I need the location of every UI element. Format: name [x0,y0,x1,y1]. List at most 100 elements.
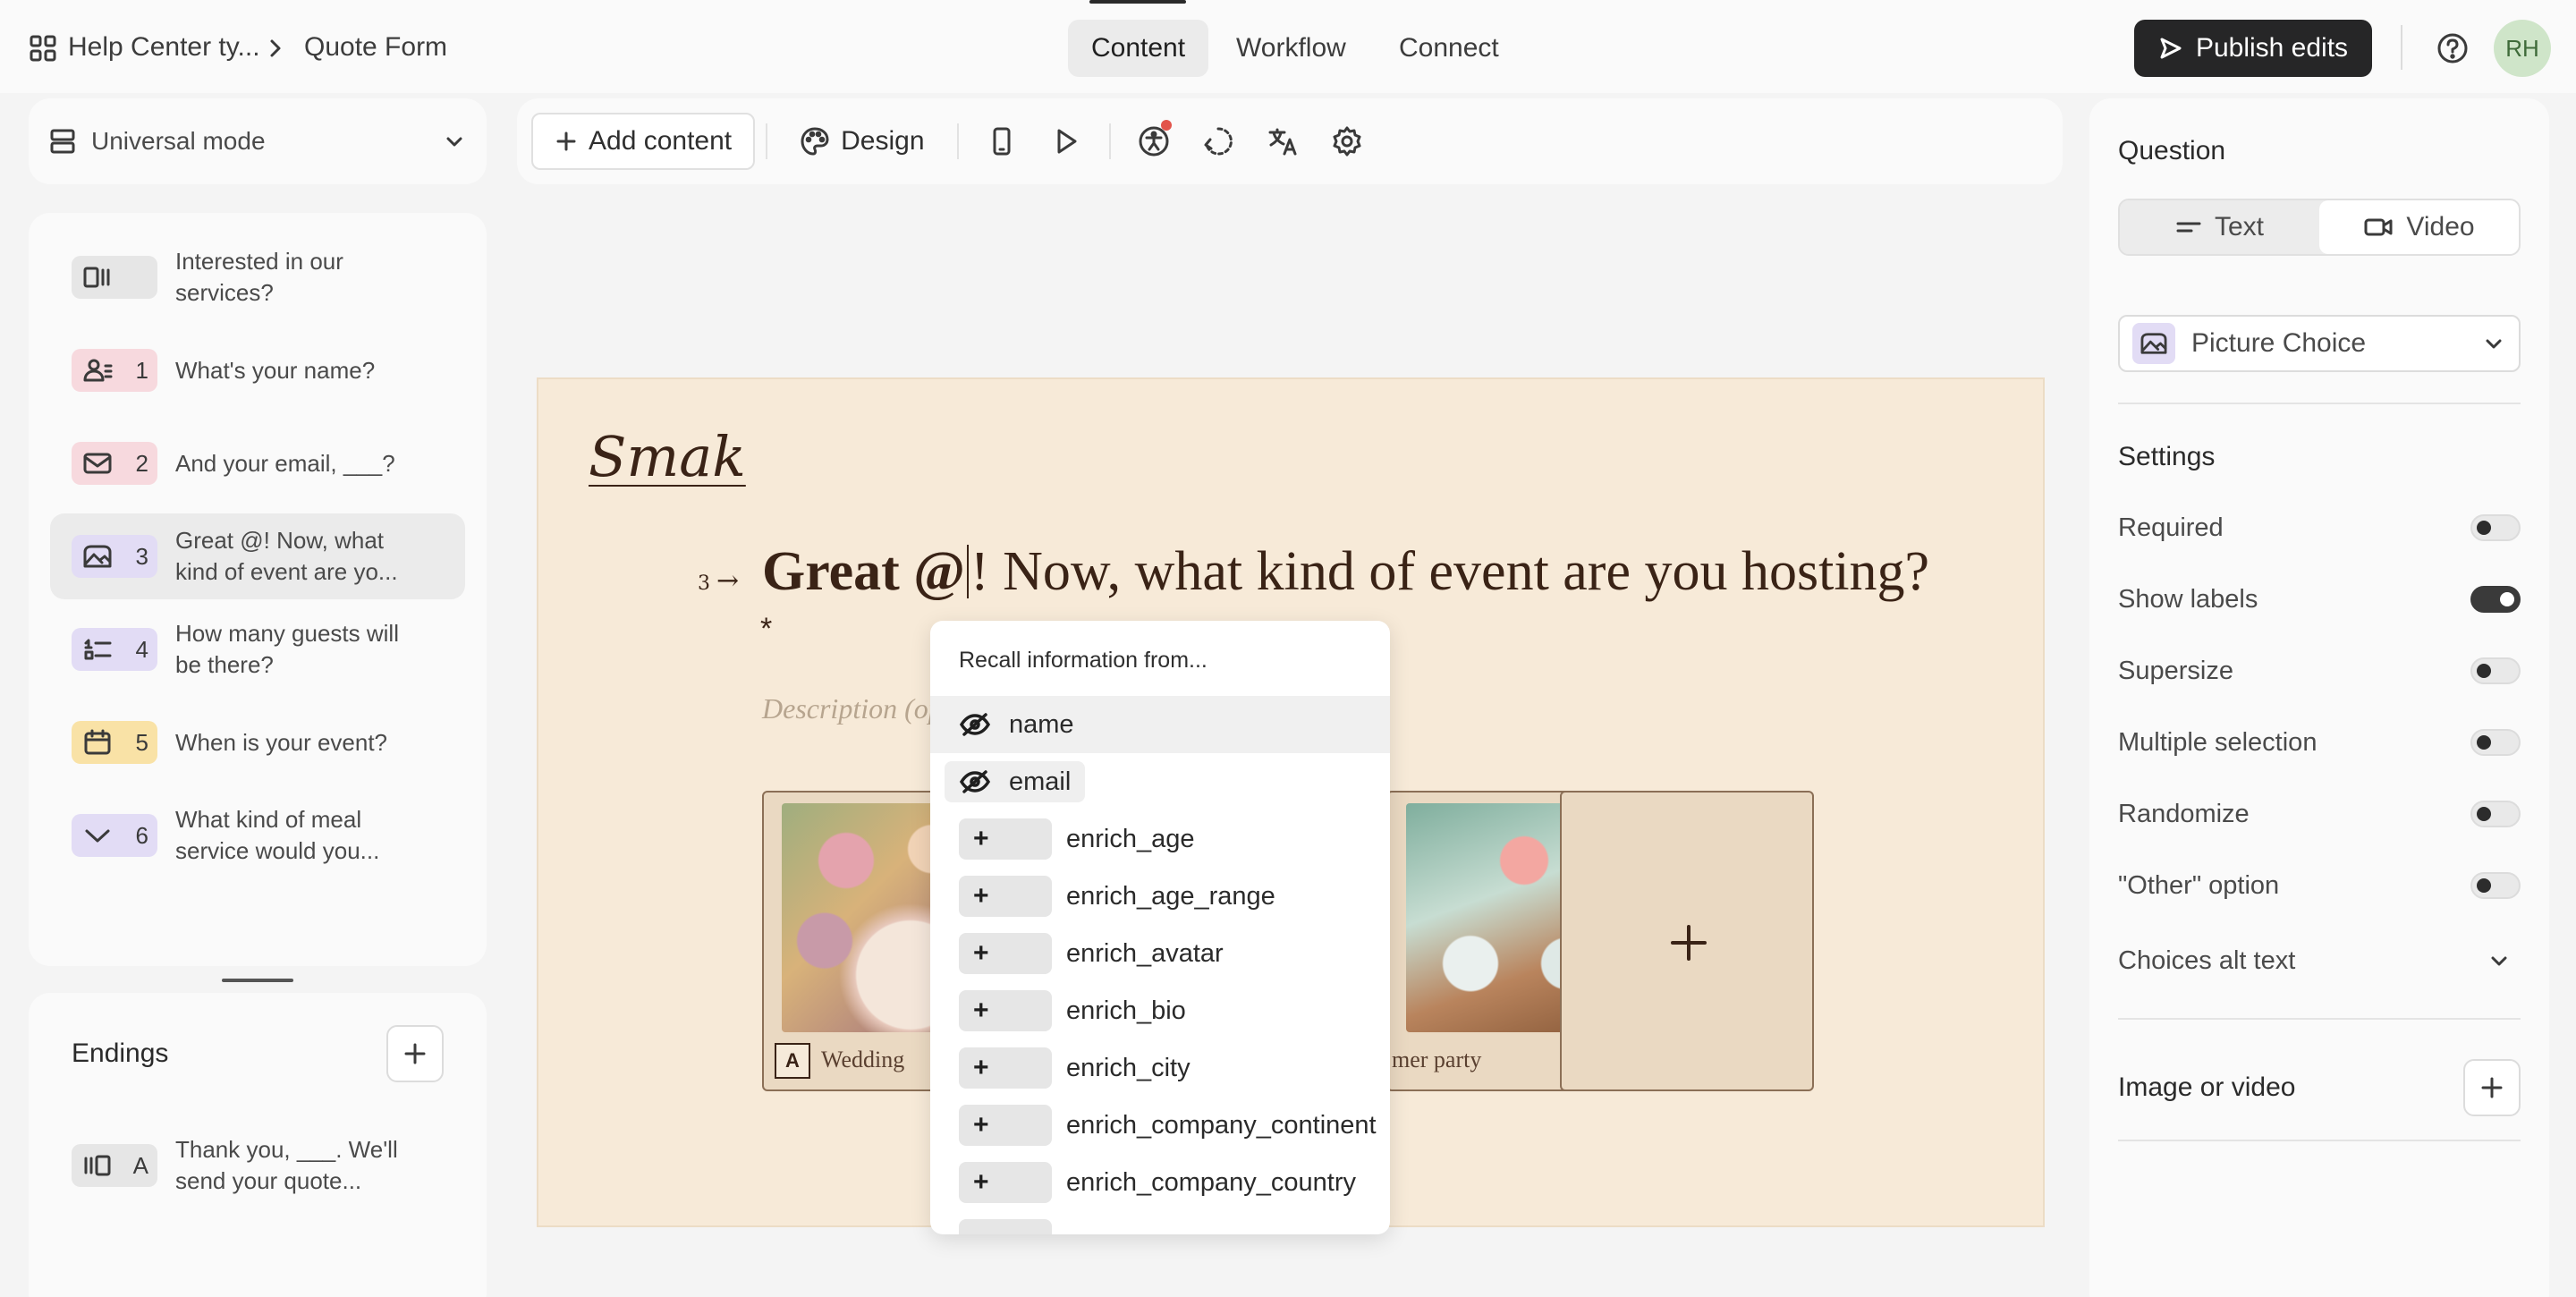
chevron-down-icon [2491,956,2507,966]
dropdown-icon [85,829,110,843]
question-list: Interested in our services? 1 What's your… [29,213,487,966]
setting-label: Show labels [2118,584,2258,614]
translate-icon [1268,128,1297,156]
top-bar: Help Center ty... Quote Form Content Wor… [0,0,2576,93]
active-tab-indicator [1089,0,1186,4]
segment-video[interactable]: Video [2319,200,2519,254]
question-badge: 6 [72,814,157,857]
preview-button[interactable] [1034,113,1098,170]
topbar-divider [2401,25,2402,70]
apps-grid-icon[interactable] [29,34,57,63]
mode-selector[interactable]: Universal mode [29,98,487,184]
question-number: 2 [135,449,148,477]
question-type-select[interactable]: Picture Choice [2118,315,2521,372]
translate-button[interactable] [1250,113,1315,170]
user-avatar[interactable]: RH [2494,20,2551,77]
question-item-6[interactable]: 6 What kind of meal service would you... [50,793,465,878]
breadcrumb-workspace[interactable]: Help Center ty... [68,32,260,63]
question-badge: 5 [72,721,157,764]
segment-text[interactable]: Text [2120,200,2319,254]
tab-connect[interactable]: Connect [1376,20,1522,77]
choices-alt-text-expander[interactable]: Choices alt text [2118,943,2521,979]
publish-button[interactable]: Publish edits [2134,20,2372,77]
question-item-5[interactable]: 5 When is your event? [50,699,465,785]
add-media-button[interactable] [2463,1059,2521,1116]
question-text: Great @! Now, what kind of event are yo..… [175,527,398,585]
plus-icon [959,1219,1052,1234]
mobile-preview-icon [993,127,1011,156]
help-icon[interactable] [2436,32,2469,64]
randomize-toggle[interactable] [2470,801,2521,827]
recall-option-name[interactable]: name [930,696,1390,753]
panel-resize-handle[interactable] [222,979,293,982]
endings-panel: Endings A Thank you, ___. We'll send your… [29,993,487,1297]
question-item-3[interactable]: 3 Great @! Now, what kind of event are yo… [50,513,465,599]
editor-toolbar: Add content Design [517,98,2063,184]
question-number-indicator: 3 → [698,565,740,597]
setting-label: Choices alt text [2118,945,2296,975]
tab-workflow[interactable]: Workflow [1213,20,1369,77]
palette-icon [801,127,829,156]
welcome-screen-icon [83,267,110,288]
question-badge [72,256,157,299]
plus-icon [404,1043,426,1064]
setting-multiple-selection: Multiple selection [2118,725,2521,760]
question-section-title: Question [2118,136,2226,165]
segment-text-label: Text [2214,212,2265,242]
multiple-selection-toggle[interactable] [2470,729,2521,756]
recall-option-enrich-company-continent[interactable]: + enrich_company_continent [930,1097,1390,1154]
recall-option-label: enrich_avatar [1066,938,1224,968]
settings-button[interactable] [1315,113,1379,170]
recall-option-enrich-age-range[interactable]: + enrich_age_range [930,868,1390,925]
plus-icon: + [959,876,1052,917]
mobile-preview-button[interactable] [970,113,1034,170]
recall-option-label: enrich_bio [1066,996,1186,1025]
description-input[interactable]: Description (op [762,692,943,725]
add-choice-card[interactable] [1560,791,1814,1091]
question-item-2[interactable]: 2 And your email, ___? [50,420,465,506]
logic-button[interactable] [1186,113,1250,170]
recall-option-partial[interactable] [930,1211,1390,1234]
add-content-button[interactable]: Add content [531,113,756,170]
toolbar-divider [956,123,959,159]
notification-dot [1160,120,1172,131]
breadcrumb-form[interactable]: Quote Form [304,32,447,63]
segment-video-label: Video [2406,212,2475,242]
required-toggle[interactable] [2470,514,2521,541]
question-number: 4 [135,635,148,663]
other-option-toggle[interactable] [2470,872,2521,899]
mail-icon [83,453,112,474]
supersize-toggle[interactable] [2470,657,2521,684]
send-icon [2160,38,2182,59]
add-ending-button[interactable] [386,1025,444,1082]
tab-content[interactable]: Content [1068,20,1209,77]
question-number: 5 [135,728,148,756]
chevron-down-icon [2486,339,2502,349]
recall-option-enrich-age[interactable]: + enrich_age [930,810,1390,868]
plus-icon: + [959,818,1052,860]
plus-icon: + [959,933,1052,974]
question-item-1[interactable]: 1 What's your name? [50,327,465,413]
setting-other-option: "Other" option [2118,868,2521,903]
recall-option-email[interactable]: email [930,753,1390,810]
hidden-field-icon [959,770,991,793]
settings-section-title: Settings [2118,442,2216,471]
plus-icon: + [959,1047,1052,1089]
recall-option-enrich-company-country[interactable]: + enrich_company_country [930,1154,1390,1211]
question-type-badge [2132,323,2175,364]
chevron-right-icon [267,38,284,59]
recall-option-enrich-avatar[interactable]: + enrich_avatar [930,925,1390,982]
recall-option-enrich-city[interactable]: + enrich_city [930,1039,1390,1097]
question-item-4[interactable]: 4 How many guests will be there? [50,606,465,692]
design-button[interactable]: Design [778,113,945,170]
question-badge: 1 [72,349,157,392]
recall-option-enrich-bio[interactable]: + enrich_bio [930,982,1390,1039]
show-labels-toggle[interactable] [2470,586,2521,613]
plus-icon [556,131,576,151]
accessibility-button[interactable] [1122,113,1186,170]
setting-show-labels: Show labels [2118,581,2521,617]
question-title-input[interactable]: Great @! Now, what kind of event are you… [762,540,1929,604]
ending-item-a[interactable]: A Thank you, ___. We'll send your quote..… [72,1134,444,1197]
question-item-welcome[interactable]: Interested in our services? [50,234,465,320]
ending-screen-icon [84,1155,111,1176]
